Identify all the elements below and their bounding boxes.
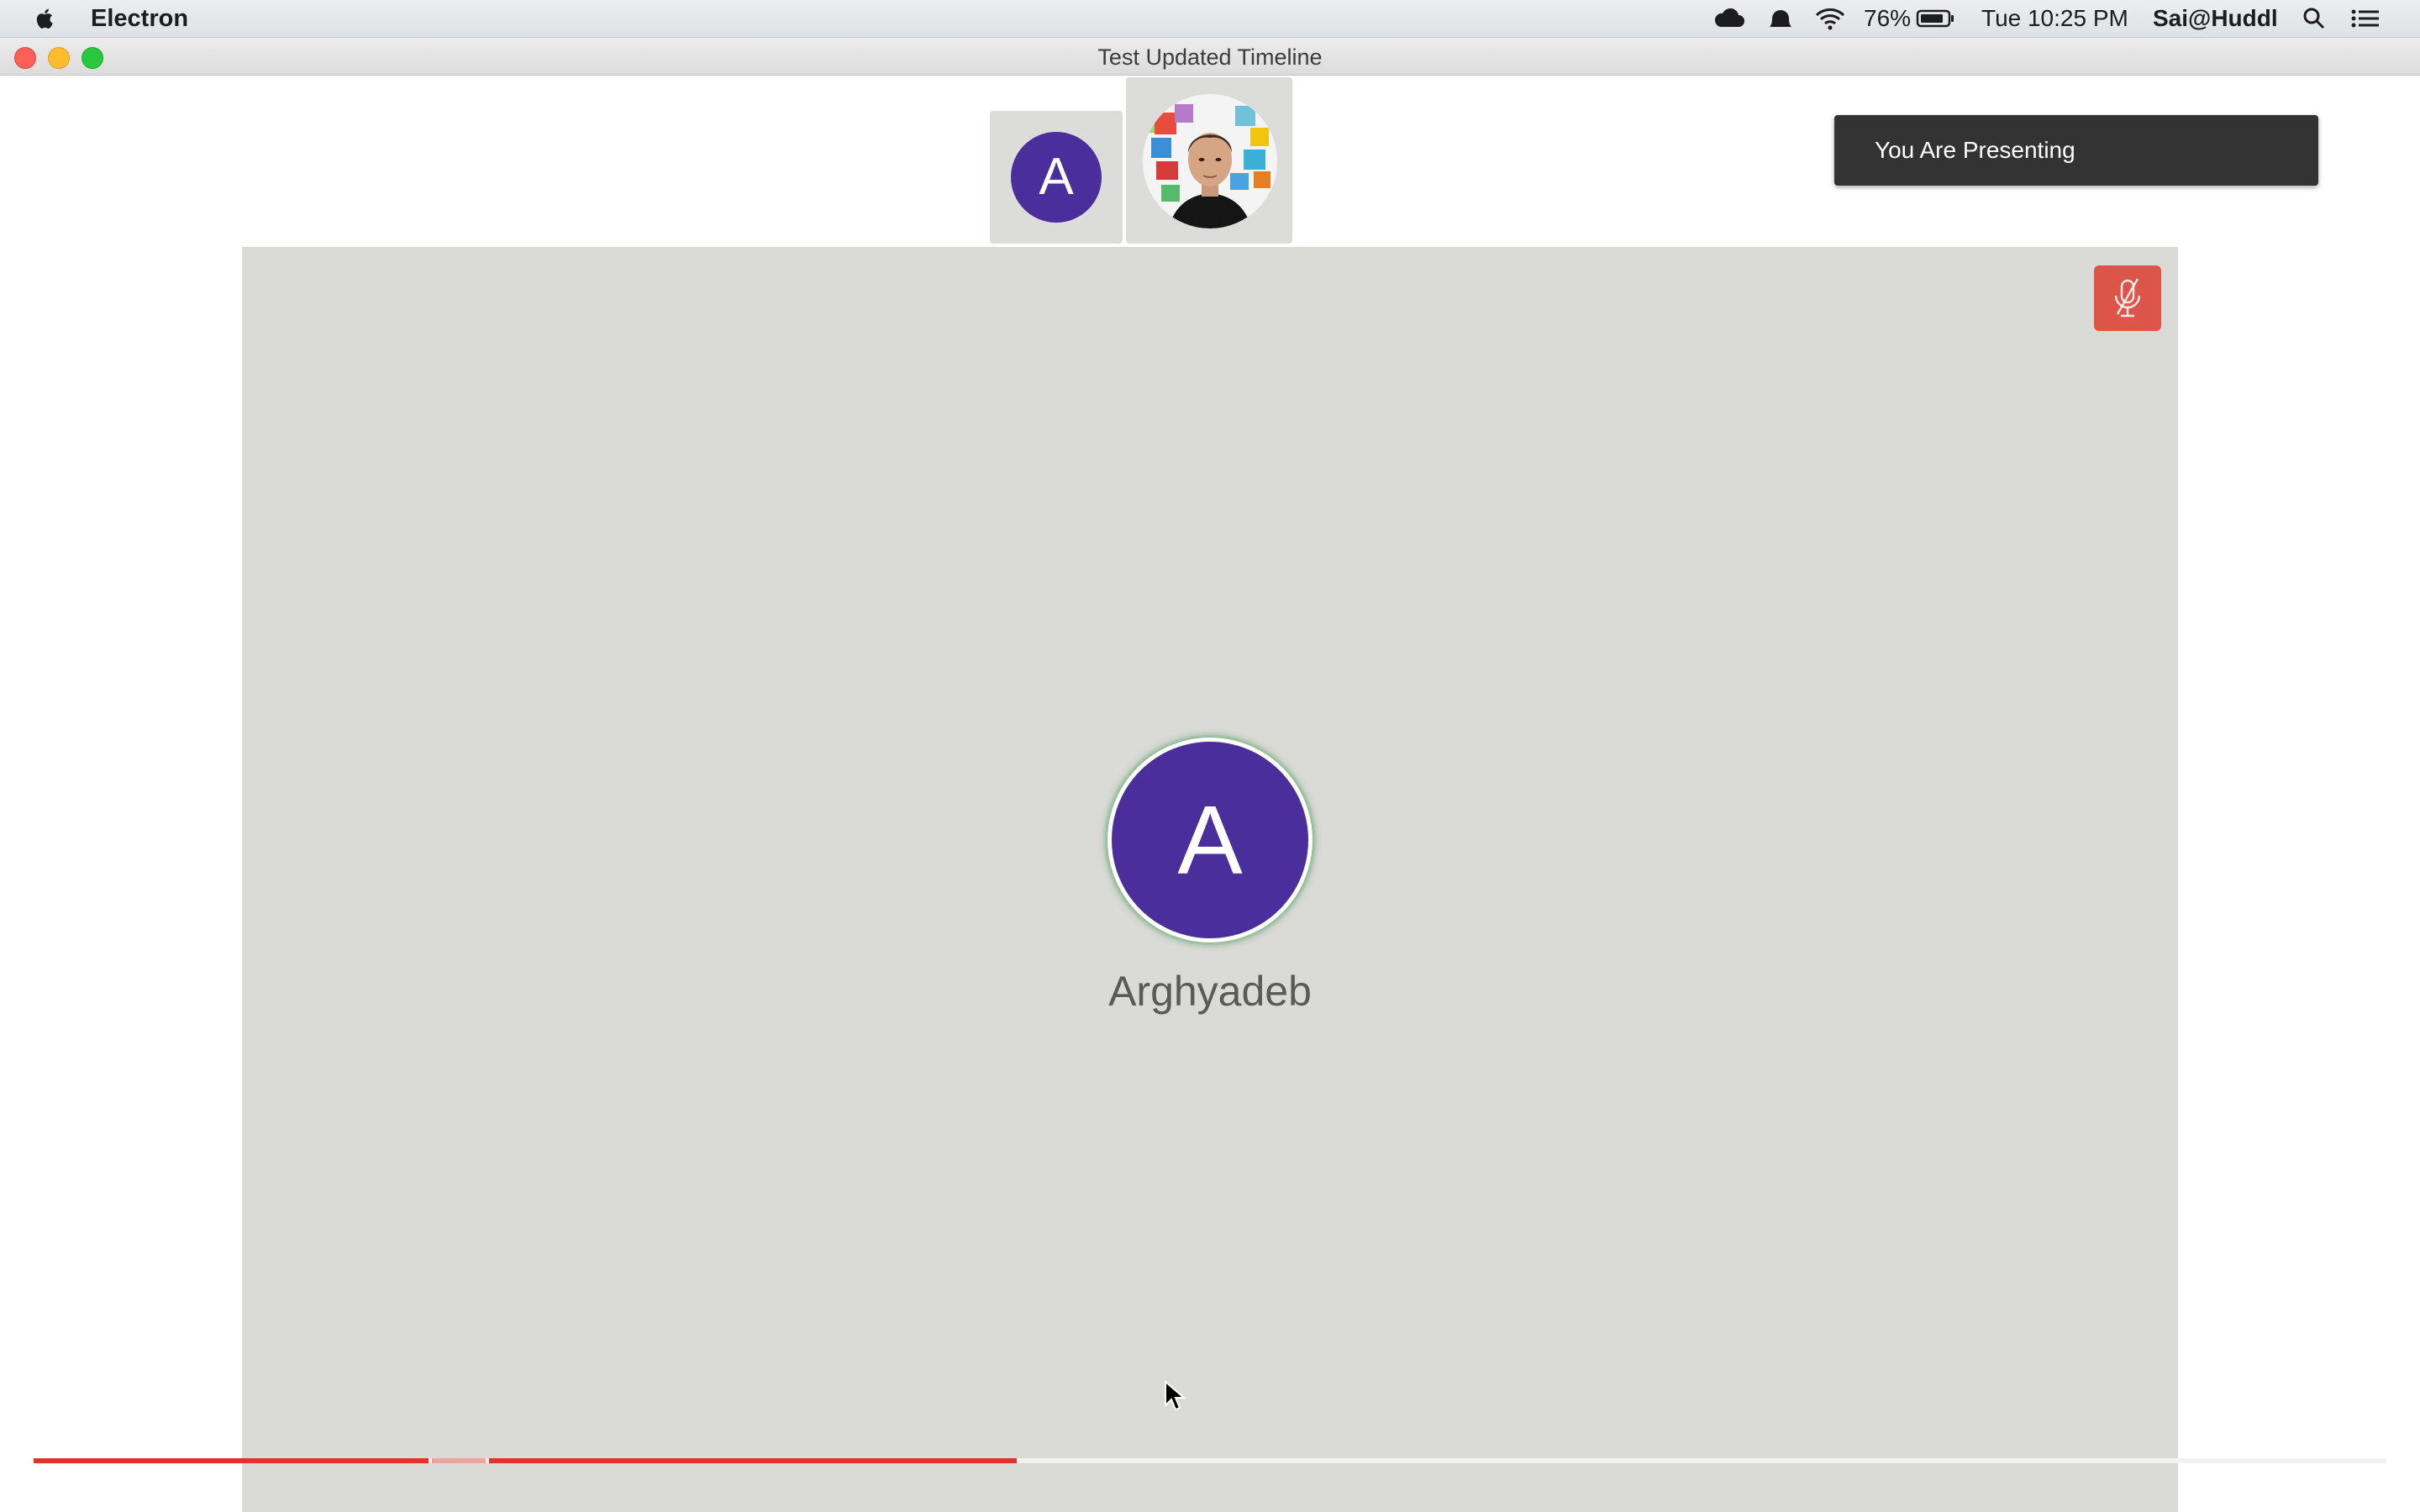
video-stage: A Arghyadeb xyxy=(242,247,2178,1512)
app-menu-name[interactable]: Electron xyxy=(91,5,188,32)
mouse-cursor-icon xyxy=(1165,1380,1186,1411)
toast-message: You Are Presenting xyxy=(1875,137,2075,163)
notification-center-icon[interactable] xyxy=(2349,5,2381,32)
participant-photo-avatar xyxy=(1143,94,1277,228)
menu-bar: Electron 76% Tue 10:25 PM Sai@Huddl xyxy=(0,0,2420,38)
spotlight-search-icon[interactable] xyxy=(2301,5,2328,32)
mic-off-icon xyxy=(2114,278,2141,318)
timeline-highlight-segment xyxy=(432,1458,486,1463)
battery-percent: 76% xyxy=(1864,5,1912,31)
presenting-toast: You Are Presenting xyxy=(1834,115,2318,186)
timeline-track[interactable] xyxy=(34,1458,2386,1463)
cloud-icon[interactable] xyxy=(1712,5,1746,32)
notification-icon[interactable] xyxy=(1765,5,1797,32)
wifi-icon[interactable] xyxy=(1813,5,1847,32)
menubar-clock[interactable]: Tue 10:25 PM xyxy=(1981,5,2128,32)
window-titlebar[interactable]: Test Updated Timeline xyxy=(0,38,2420,76)
participant-tile[interactable]: A xyxy=(990,111,1123,244)
participant-tile[interactable] xyxy=(1126,77,1292,244)
timeline-played-segment xyxy=(489,1458,1017,1463)
active-speaker-ring: A xyxy=(1107,738,1313,942)
apple-icon[interactable] xyxy=(32,5,59,32)
window-title: Test Updated Timeline xyxy=(1097,45,1323,70)
timeline-played-segment xyxy=(34,1458,429,1463)
participant-avatar: A xyxy=(1011,132,1102,223)
participant-photo xyxy=(1143,94,1277,228)
active-speaker-avatar: A xyxy=(1112,742,1308,938)
battery-icon[interactable] xyxy=(1916,5,1956,32)
menubar-user[interactable]: Sai@Huddl xyxy=(2153,5,2278,32)
active-speaker-name: Arghyadeb xyxy=(1108,968,1312,1015)
mute-mic-button[interactable] xyxy=(2094,265,2161,331)
